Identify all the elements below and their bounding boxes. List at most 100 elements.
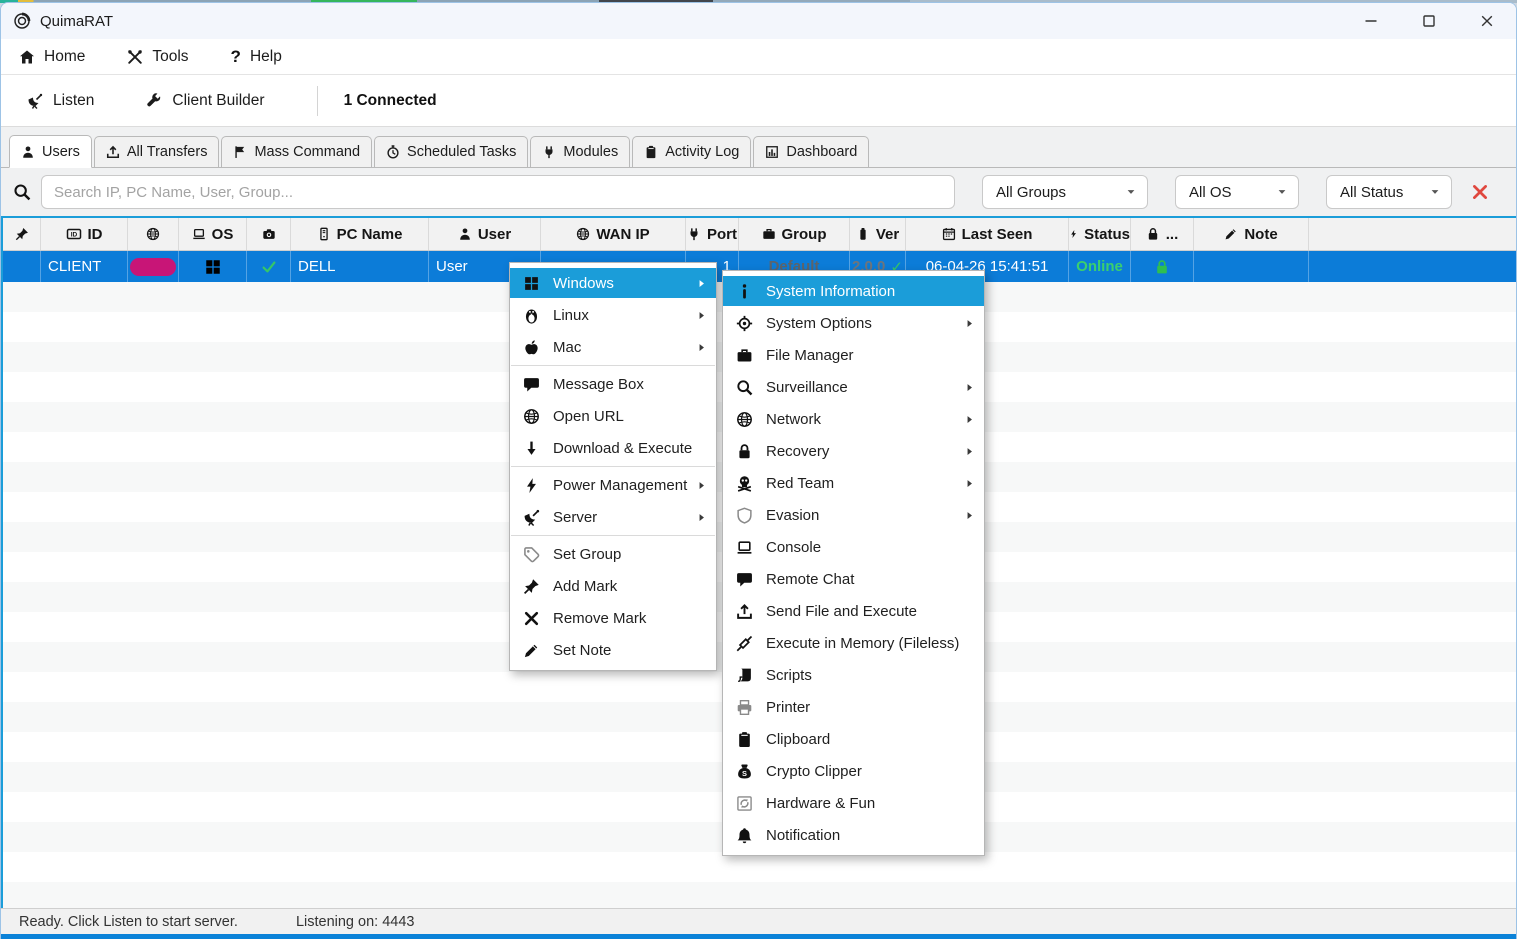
menu-item-open-url[interactable]: Open URL	[510, 401, 716, 431]
flag-icon	[233, 145, 247, 159]
tab-users[interactable]: Users	[9, 135, 92, 168]
title-bar[interactable]: QuimaRAT	[1, 3, 1516, 39]
submenu-item-network[interactable]: Network	[723, 404, 984, 434]
menu-item-set-group[interactable]: Set Group	[510, 539, 716, 569]
cell-os	[179, 251, 247, 282]
satellite-icon	[27, 93, 43, 109]
submenu-item-system-options[interactable]: System Options	[723, 308, 984, 338]
person-icon	[21, 145, 35, 159]
menu-help[interactable]: ? Help	[231, 47, 282, 67]
menu-item-download-execute[interactable]: Download & Execute	[510, 433, 716, 463]
submenu-item-scripts[interactable]: Scripts	[723, 660, 984, 690]
column-status[interactable]: Status	[1069, 218, 1131, 250]
cell-pin[interactable]	[3, 251, 41, 282]
menu-item-remove-mark[interactable]: Remove Mark	[510, 603, 716, 633]
column-pin[interactable]	[3, 218, 41, 250]
submenu-item-send-file-execute[interactable]: Send File and Execute	[723, 596, 984, 626]
tab-all-transfers[interactable]: All Transfers	[94, 136, 220, 167]
column-lock[interactable]: ...	[1131, 218, 1194, 250]
column-wan-ip[interactable]: WAN IP	[541, 218, 686, 250]
search-input[interactable]	[41, 175, 955, 209]
submenu-item-hardware-fun[interactable]: Hardware & Fun	[723, 788, 984, 818]
os-filter-dropdown[interactable]: All OS	[1175, 175, 1299, 209]
gear-icon	[736, 315, 753, 332]
wrench-icon	[146, 93, 162, 109]
column-port[interactable]: Port	[686, 218, 739, 250]
submenu-item-execute-in-memory[interactable]: Execute in Memory (Fileless)	[723, 628, 984, 658]
column-ver[interactable]: Ver	[850, 218, 906, 250]
submenu-item-system-information[interactable]: System Information	[723, 276, 984, 306]
tab-scheduled-tasks[interactable]: Scheduled Tasks	[374, 136, 528, 167]
battery-icon	[856, 227, 870, 241]
clock-icon	[386, 145, 400, 159]
tab-zone: Users All Transfers Mass Command Schedul…	[1, 127, 1516, 216]
column-group[interactable]: Group	[739, 218, 850, 250]
chevron-down-icon	[1276, 186, 1288, 198]
menu-tools[interactable]: Tools	[127, 48, 188, 66]
clear-filters-button[interactable]	[1460, 183, 1500, 201]
submenu-item-remote-chat[interactable]: Remote Chat	[723, 564, 984, 594]
close-icon	[1479, 13, 1495, 29]
tab-dashboard[interactable]: Dashboard	[753, 136, 869, 167]
submenu-item-printer[interactable]: Printer	[723, 692, 984, 722]
submenu-item-notification[interactable]: Notification	[723, 820, 984, 850]
cell-status: Online	[1069, 251, 1131, 282]
briefcase-icon	[736, 347, 753, 364]
cell-pc-name: DELL	[291, 251, 429, 282]
maximize-button[interactable]	[1400, 3, 1458, 39]
calendar-icon	[942, 227, 956, 241]
submenu-item-file-manager[interactable]: File Manager	[723, 340, 984, 370]
upload-icon	[106, 145, 120, 159]
submenu-arrow-icon	[964, 382, 975, 393]
client-builder-button[interactable]: Client Builder	[146, 92, 264, 110]
submenu-item-crypto-clipper[interactable]: Crypto Clipper	[723, 756, 984, 786]
submenu-item-clipboard[interactable]: Clipboard	[723, 724, 984, 754]
menu-item-set-note[interactable]: Set Note	[510, 635, 716, 665]
groups-filter-dropdown[interactable]: All Groups	[982, 175, 1148, 209]
submenu-arrow-icon	[964, 318, 975, 329]
menu-item-linux[interactable]: Linux	[510, 300, 716, 330]
column-country[interactable]	[128, 218, 179, 250]
tab-activity-log[interactable]: Activity Log	[632, 136, 751, 167]
tools-icon	[127, 49, 143, 65]
menu-item-server[interactable]: Server	[510, 502, 716, 532]
submenu-arrow-icon	[696, 512, 707, 523]
menu-item-power-management[interactable]: Power Management	[510, 470, 716, 500]
listen-button[interactable]: Listen	[27, 92, 94, 110]
menu-item-add-mark[interactable]: Add Mark	[510, 571, 716, 601]
column-webcam[interactable]	[247, 218, 291, 250]
menu-home[interactable]: Home	[19, 48, 85, 66]
menu-item-mac[interactable]: Mac	[510, 332, 716, 362]
submenu-item-console[interactable]: Console	[723, 532, 984, 562]
column-user[interactable]: User	[429, 218, 541, 250]
column-os[interactable]: OS	[179, 218, 247, 250]
syringe-icon	[736, 635, 753, 652]
cell-note	[1194, 251, 1309, 282]
cell-id: CLIENT	[41, 251, 128, 282]
menu-separator	[511, 365, 715, 366]
column-note[interactable]: Note	[1194, 218, 1309, 250]
submenu-item-surveillance[interactable]: Surveillance	[723, 372, 984, 402]
column-last-seen[interactable]: Last Seen	[906, 218, 1069, 250]
menu-help-label: Help	[250, 48, 282, 66]
menu-item-message-box[interactable]: Message Box	[510, 369, 716, 399]
submenu-item-red-team[interactable]: Red Team	[723, 468, 984, 498]
shield-icon	[736, 507, 753, 524]
minimize-button[interactable]	[1342, 3, 1400, 39]
submenu-item-recovery[interactable]: Recovery	[723, 436, 984, 466]
menu-home-label: Home	[44, 48, 85, 66]
column-id[interactable]: ID	[41, 218, 128, 250]
globe-icon	[736, 411, 753, 428]
menu-item-windows[interactable]: Windows	[510, 268, 716, 298]
cell-webcam	[247, 251, 291, 282]
search-icon	[13, 183, 31, 201]
status-filter-dropdown[interactable]: All Status	[1326, 175, 1452, 209]
tab-modules[interactable]: Modules	[530, 136, 630, 167]
menu-separator	[511, 535, 715, 536]
close-button[interactable]	[1458, 3, 1516, 39]
column-pc-name[interactable]: PC Name	[291, 218, 429, 250]
submenu-item-evasion[interactable]: Evasion	[723, 500, 984, 530]
toolbar: Listen Client Builder 1 Connected	[1, 75, 1516, 127]
tab-mass-command[interactable]: Mass Command	[221, 136, 372, 167]
skull-icon	[736, 475, 753, 492]
